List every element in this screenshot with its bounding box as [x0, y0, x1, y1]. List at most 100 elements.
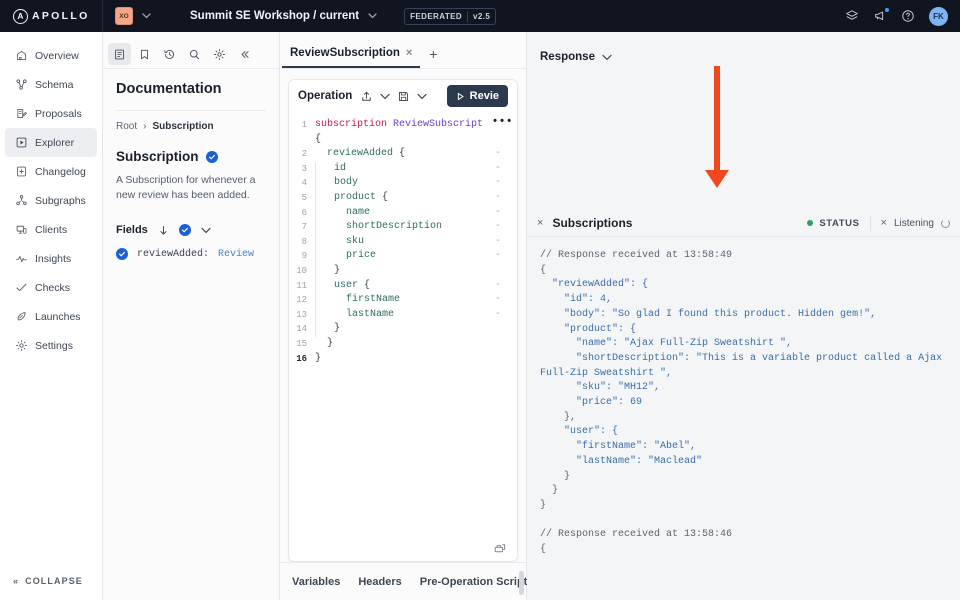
line-code: firstName - — [315, 293, 517, 308]
code-line: 12 firstName - — [289, 293, 517, 308]
collapse-sidebar-button[interactable]: « COLLAPSE — [0, 562, 102, 600]
bookmark-icon[interactable] — [133, 43, 156, 65]
documentation-title: Documentation — [116, 81, 222, 97]
collapse-label: COLLAPSE — [25, 576, 83, 586]
sidebar-item-proposals[interactable]: Proposals — [5, 99, 97, 128]
line-code: reviewAdded {- — [327, 148, 501, 160]
code-line: 4 body - — [289, 176, 517, 191]
response-header: Response — [527, 40, 960, 74]
documentation-panel: Documentation Root › Subscription Subscr… — [103, 32, 280, 600]
graph-title-chevron-down-icon[interactable] — [368, 13, 377, 19]
breadcrumb-root[interactable]: Root — [116, 121, 137, 132]
format-code-icon[interactable] — [493, 542, 508, 555]
add-tab-button[interactable]: + — [420, 40, 446, 68]
operation-tabstrip: ReviewSubscription × + — [280, 40, 526, 69]
run-operation-button[interactable]: Revie — [446, 85, 508, 107]
help-icon[interactable] — [901, 9, 915, 23]
code-line: 8 sku - — [289, 234, 517, 250]
line-code: product {- — [315, 190, 517, 206]
sidebar-item-insights[interactable]: Insights — [5, 244, 97, 273]
collapse-docs-panel-icon[interactable] — [233, 43, 256, 65]
federated-badge: FEDERATED v2.5 — [404, 7, 497, 25]
type-heading: Subscription — [116, 149, 199, 164]
code-line: 13 lastName - — [289, 307, 517, 323]
operation-tab-reviewsubscription[interactable]: ReviewSubscription × — [282, 40, 421, 68]
sidebar-item-changelog[interactable]: Changelog — [5, 157, 97, 186]
history-icon[interactable] — [158, 43, 181, 65]
status-divider — [869, 215, 871, 231]
clients-icon — [15, 223, 28, 236]
response-output[interactable]: // Response received at 13:58:49 { "revi… — [527, 237, 960, 600]
sort-down-arrow-icon[interactable] — [158, 225, 169, 236]
tab-headers[interactable]: Headers — [358, 576, 401, 588]
share-icon[interactable] — [360, 90, 373, 103]
gear-icon[interactable] — [208, 43, 231, 65]
breadcrumb-current: Subscription — [152, 121, 214, 132]
graph-avatar-badge[interactable]: XO — [115, 7, 133, 25]
close-icon[interactable]: × — [406, 47, 412, 59]
graphql-code-editor[interactable]: ••• 1 subscription ReviewSubscript { 2 re… — [289, 112, 517, 561]
response-line: }, — [540, 411, 577, 423]
sidebar-item-explorer[interactable]: Explorer — [5, 128, 97, 157]
code-line: { — [289, 133, 517, 148]
avatar[interactable]: FK — [929, 6, 948, 26]
sidebar-item-checks[interactable]: Checks — [5, 273, 97, 302]
graph-selector-area: XO Summit SE Workshop / current FEDERATE… — [103, 7, 845, 25]
stop-listening-icon[interactable]: × — [881, 217, 887, 229]
line-number: 10 — [296, 265, 307, 276]
line-code: } — [315, 322, 517, 337]
fields-chevron-down-icon[interactable] — [201, 227, 211, 234]
line-number: 7 — [301, 222, 307, 233]
response-line: "id": 4, — [540, 294, 613, 306]
share-chevron-down-icon[interactable] — [380, 93, 390, 100]
apollo-logo[interactable]: A APOLLO — [0, 0, 103, 32]
graph-badge-chevron-down-icon[interactable] — [142, 13, 151, 19]
response-line: "name": "Ajax Full-Zip Sweatshirt ", — [540, 338, 793, 350]
changelog-icon — [15, 165, 28, 178]
sidebar-item-schema[interactable]: Schema — [5, 70, 97, 99]
sidebar-item-settings[interactable]: Settings — [5, 331, 97, 360]
top-bar: A APOLLO XO Summit SE Workshop / current… — [0, 0, 960, 32]
line-number: 8 — [301, 236, 307, 247]
tab-variables[interactable]: Variables — [292, 576, 340, 588]
save-icon[interactable] — [397, 90, 410, 103]
documentation-content: Documentation Root › Subscription Subscr… — [103, 69, 279, 261]
bottom-tabs-scrollbar[interactable] — [519, 571, 524, 595]
field-name: reviewAdded: — [137, 248, 210, 260]
line-code: user {- — [315, 278, 517, 294]
sidebar-item-subgraphs[interactable]: Subgraphs — [5, 186, 97, 215]
response-empty-area — [527, 74, 960, 210]
operation-editor-card: Operation Revie ••• 1 subscription Revie… — [288, 79, 518, 562]
field-item-reviewAdded[interactable]: reviewAdded: Review — [116, 248, 266, 261]
field-type[interactable]: Review — [218, 249, 254, 260]
code-line: 15 } — [289, 337, 517, 352]
graph-title[interactable]: Summit SE Workshop / current — [190, 10, 359, 22]
tab-pre-operation-script[interactable]: Pre-Operation Script — [420, 576, 528, 588]
line-number: 1 — [301, 120, 307, 130]
sidebar-item-label: Explorer — [35, 136, 75, 149]
listening-label: Listening — [893, 217, 934, 229]
sidebar-item-label: Subgraphs — [35, 194, 86, 207]
run-operation-label: Revie — [469, 90, 499, 102]
breadcrumb: Root › Subscription — [116, 110, 266, 132]
fields-filter-check-icon[interactable] — [178, 224, 191, 237]
save-chevron-down-icon[interactable] — [417, 93, 427, 100]
search-icon[interactable] — [183, 43, 206, 65]
proposals-icon — [15, 107, 28, 120]
sidebar-item-overview[interactable]: Overview — [5, 41, 97, 70]
announcements-megaphone-icon[interactable] — [873, 7, 890, 23]
response-chevron-down-icon[interactable] — [602, 54, 612, 61]
code-line: 5 product {- — [289, 190, 517, 206]
loading-spinner-icon — [941, 218, 950, 228]
launches-icon — [15, 310, 28, 323]
documentation-toolbar — [103, 40, 279, 69]
line-number: 15 — [296, 338, 307, 349]
sidebar-item-launches[interactable]: Launches — [5, 302, 97, 331]
docs-icon[interactable] — [108, 43, 131, 65]
sidebar-item-clients[interactable]: Clients — [5, 215, 97, 244]
layers-icon[interactable] — [845, 9, 859, 23]
operation-tab-label: ReviewSubscription — [290, 47, 400, 59]
sidebar: Overview Schema Proposals Explorer Chang… — [0, 32, 103, 600]
close-subscriptions-icon[interactable]: × — [537, 217, 543, 229]
type-heading-row: Subscription — [116, 149, 266, 164]
